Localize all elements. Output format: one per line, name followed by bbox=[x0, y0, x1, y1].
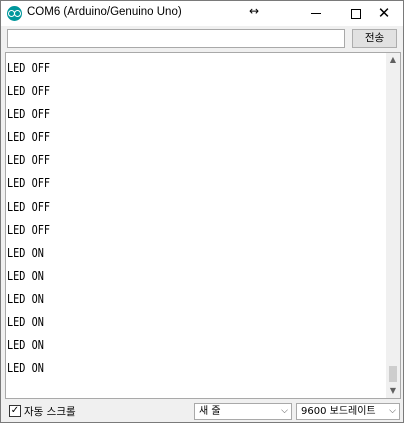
vertical-scrollbar[interactable]: ▲ ▼ bbox=[386, 53, 400, 398]
output-line: LED OFF bbox=[7, 222, 50, 237]
send-button[interactable]: 전송 bbox=[352, 29, 397, 48]
arduino-logo-icon bbox=[7, 6, 22, 21]
output-line: LED OFF bbox=[7, 176, 50, 191]
output-line: LED ON bbox=[7, 338, 44, 353]
close-button[interactable]: ✕ bbox=[361, 1, 404, 26]
chevron-down-icon: ⌵ bbox=[281, 406, 288, 416]
window-title: COM6 (Arduino/Genuino Uno) bbox=[27, 6, 182, 18]
title-bar[interactable]: COM6 (Arduino/Genuino Uno) ↔ ✕ bbox=[1, 1, 403, 26]
send-row: 전송 bbox=[1, 26, 403, 52]
serial-output[interactable]: LED OFF LED OFF LED OFF LED OFF LED OFF LED O… bbox=[5, 52, 401, 399]
autoscroll-label: 자동 스크롤 bbox=[24, 405, 76, 418]
baud-rate-select[interactable]: 9600 보드레이트 ⌵ bbox=[296, 403, 400, 420]
send-input[interactable] bbox=[7, 29, 345, 48]
line-ending-value: 새 줄 bbox=[199, 406, 221, 417]
serial-monitor-window: COM6 (Arduino/Genuino Uno) ↔ ✕ 전송 LED OF… bbox=[0, 0, 404, 423]
bottom-bar: ✓ 자동 스크롤 새 줄 ⌵ 9600 보드레이트 ⌵ bbox=[1, 399, 403, 422]
output-lines: LED OFF LED OFF LED OFF LED OFF LED OFF LED O… bbox=[7, 57, 330, 380]
chevron-down-icon: ⌵ bbox=[389, 406, 396, 416]
autoscroll-checkbox[interactable]: ✓ bbox=[9, 405, 21, 417]
minimize-icon bbox=[311, 13, 321, 14]
output-line: LED ON bbox=[7, 361, 44, 376]
output-line: LED OFF bbox=[7, 61, 50, 75]
output-line: LED OFF bbox=[7, 84, 50, 99]
scroll-down-icon[interactable]: ▼ bbox=[386, 384, 400, 398]
resize-cursor-icon: ↔ bbox=[248, 4, 260, 18]
scroll-up-icon[interactable]: ▲ bbox=[386, 53, 400, 67]
output-line: LED OFF bbox=[7, 199, 50, 214]
output-line: LED ON bbox=[7, 315, 44, 330]
output-line: LED ON bbox=[7, 245, 44, 260]
output-line: LED OFF bbox=[7, 153, 50, 168]
line-ending-select[interactable]: 새 줄 ⌵ bbox=[194, 403, 292, 420]
output-line: LED ON bbox=[7, 268, 44, 283]
output-line: LED OFF bbox=[7, 130, 50, 145]
output-line: LED OFF bbox=[7, 107, 50, 122]
maximize-icon bbox=[351, 8, 361, 19]
output-line: LED ON bbox=[7, 291, 44, 306]
scroll-thumb[interactable] bbox=[389, 366, 397, 382]
autoscroll-toggle[interactable]: ✓ 자동 스크롤 bbox=[9, 404, 76, 418]
baud-rate-value: 9600 보드레이트 bbox=[301, 406, 376, 417]
